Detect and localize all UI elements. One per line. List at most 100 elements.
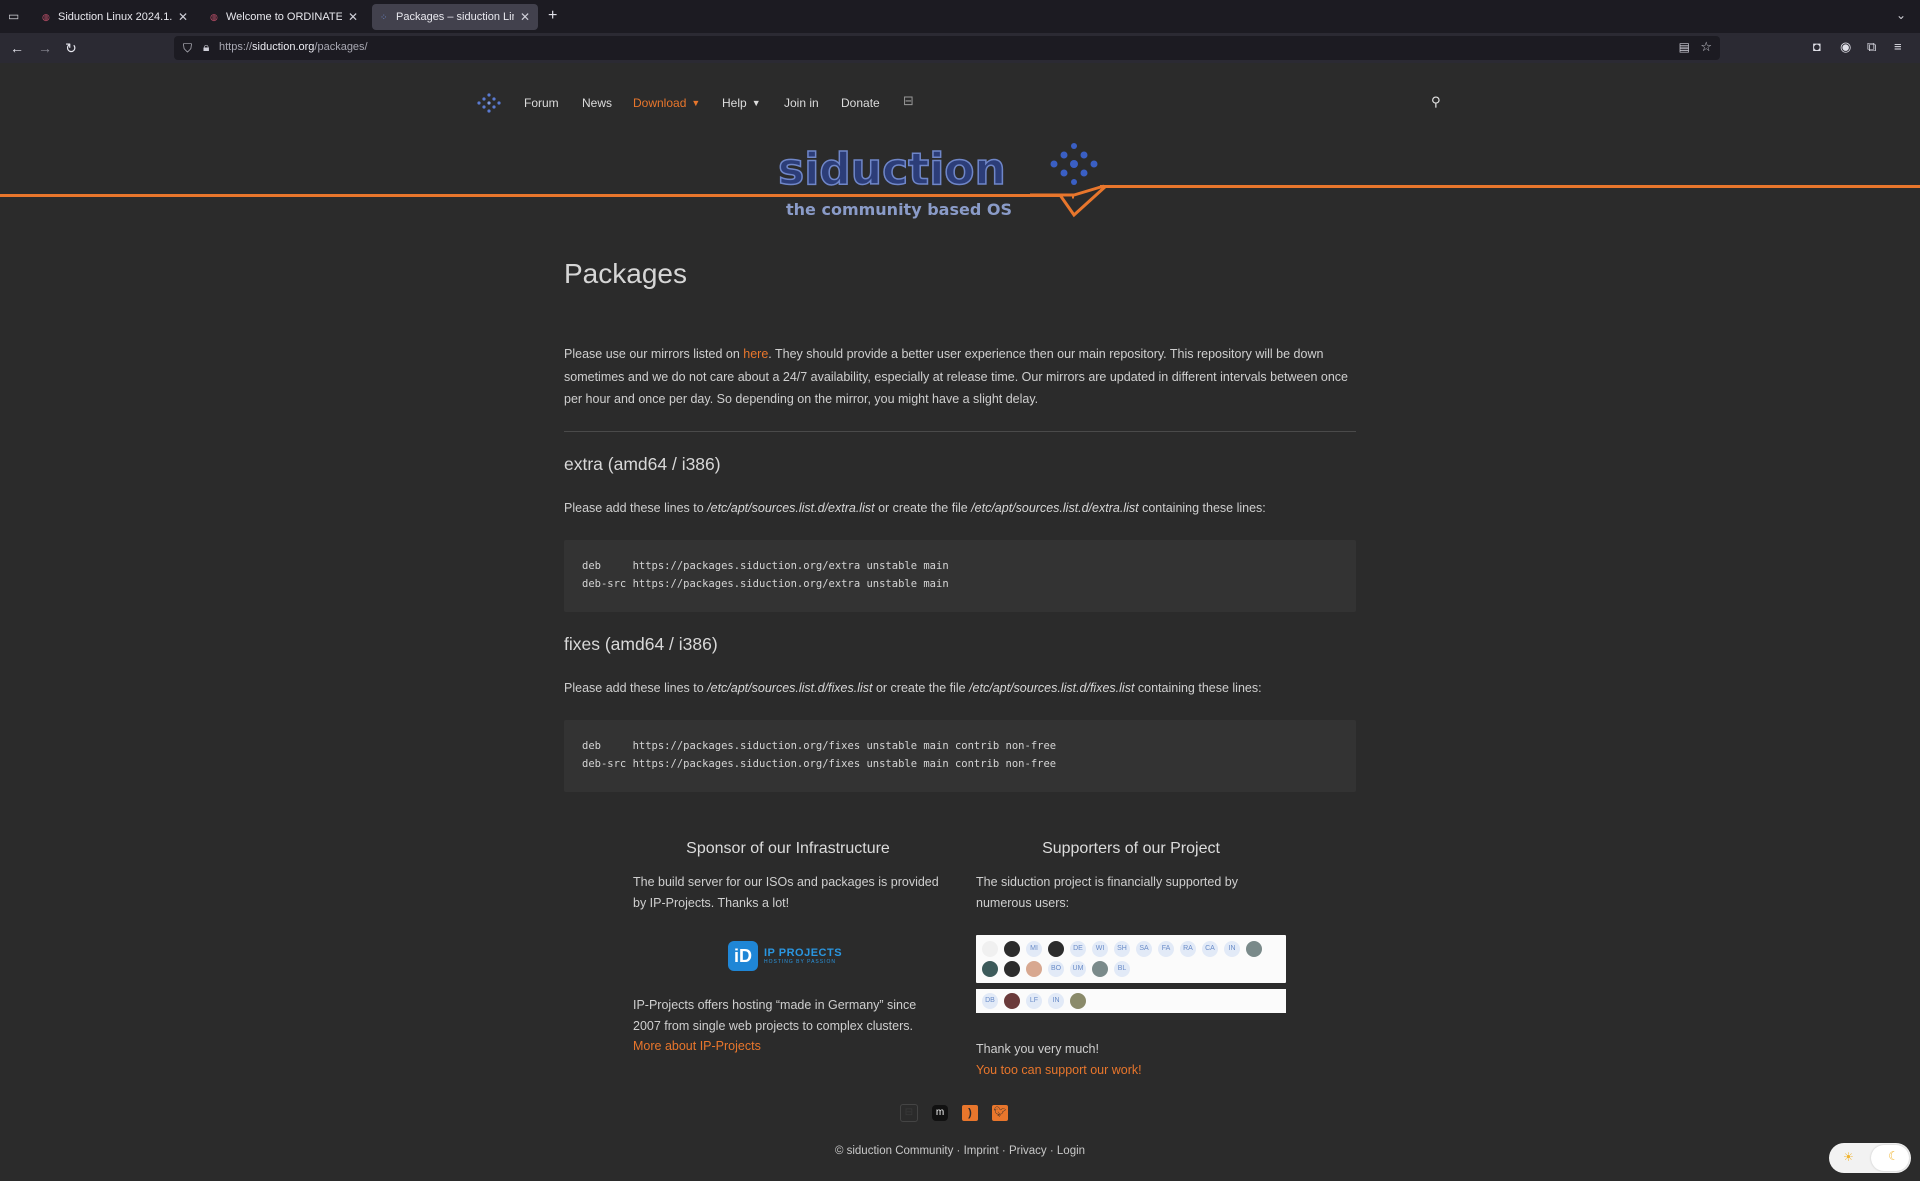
theme-toggle[interactable]: ☀ ☾ <box>1829 1143 1911 1173</box>
supporters-title: Supporters of our Project <box>1042 840 1220 857</box>
avatar[interactable]: FA <box>1158 941 1174 957</box>
reload-icon[interactable]: ↻ <box>62 39 80 57</box>
close-icon[interactable]: ✕ <box>178 10 188 24</box>
avatar[interactable] <box>1246 941 1262 957</box>
matrix-chat-icon[interactable]: ⊟ <box>903 93 914 109</box>
account-icon[interactable]: ◉ <box>1840 39 1851 55</box>
chevron-down-icon: ▼ <box>751 98 761 108</box>
avatar[interactable]: MI <box>1026 941 1042 957</box>
sponsor-text-2: IP-Projects offers hosting “made in Germ… <box>633 998 917 1053</box>
avatar[interactable]: IN <box>1048 993 1064 1009</box>
sun-icon: ☀ <box>1843 1150 1854 1164</box>
mirrors-link[interactable]: here <box>743 347 768 361</box>
avatar[interactable]: UM <box>1070 961 1086 977</box>
nav-help[interactable]: Help ▼ <box>722 96 761 110</box>
avatar[interactable] <box>1070 993 1086 1009</box>
new-tab-icon[interactable]: + <box>548 7 557 25</box>
reader-view-icon[interactable]: ▤ <box>1679 40 1690 54</box>
browser-tab-bar: ▭ ◍ Siduction Linux 2024.1.0 (S ✕ ◍ Welc… <box>0 0 1920 33</box>
nav-download[interactable]: Download ▼ <box>633 96 700 110</box>
site-banner[interactable]: siduction the community based OS <box>774 142 1104 222</box>
chevron-down-icon[interactable]: ⌄ <box>1896 8 1906 22</box>
address-bar[interactable]: ⛉ 🔒︎ https://siduction.org/packages/ ▤ ☆ <box>174 36 1720 60</box>
extensions-icon[interactable]: ⧉ <box>1867 39 1876 55</box>
footer-copyright: © siduction Community · Imprint · Privac… <box>834 1145 1086 1157</box>
avatar[interactable] <box>982 941 998 957</box>
page-title: Packages <box>564 258 687 289</box>
tab-title: Welcome to ORDINATECH! <box>226 11 342 23</box>
avatar[interactable] <box>1004 961 1020 977</box>
avatar[interactable] <box>1092 961 1108 977</box>
browser-nav-bar: ← → ↻ ⛉ 🔒︎ https://siduction.org/package… <box>0 33 1920 63</box>
privacy-link[interactable]: Privacy <box>1009 1145 1047 1157</box>
login-link[interactable]: Login <box>1057 1145 1085 1157</box>
nav-news[interactable]: News <box>582 96 612 110</box>
avatar[interactable]: DE <box>1070 941 1086 957</box>
sponsor-column: Sponsor of our Infrastructure The build … <box>633 840 943 1057</box>
section-title-fixes: fixes (amd64 / i386) <box>564 634 718 654</box>
tab-list-icon[interactable]: ▭ <box>8 9 22 23</box>
support-link[interactable]: You too can support our work! <box>976 1063 1142 1077</box>
chevron-down-icon: ▼ <box>691 98 701 108</box>
avatar[interactable] <box>1004 993 1020 1009</box>
twitter-icon[interactable]: 🐦︎ <box>992 1105 1008 1121</box>
matrix-chat-icon[interactable]: ⊟ <box>900 1104 918 1122</box>
avatar[interactable]: SA <box>1136 941 1152 957</box>
avatar[interactable]: LF <box>1026 993 1042 1009</box>
supporters-column: Supporters of our Project The siduction … <box>976 840 1286 1080</box>
bookmark-star-icon[interactable]: ☆ <box>1700 39 1712 55</box>
tab-favicon-icon: ⁘ <box>380 12 388 22</box>
close-icon[interactable]: ✕ <box>520 10 530 24</box>
section-text-fixes: Please add these lines to /etc/apt/sourc… <box>564 681 1262 695</box>
social-links: ⊟ m ) 🐦︎ <box>900 1104 1022 1122</box>
tab-favicon-icon: ◍ <box>210 12 218 22</box>
back-icon[interactable]: ← <box>8 39 26 57</box>
intro-paragraph: Please use our mirrors listed on here. T… <box>564 347 1348 406</box>
avatar[interactable]: SH <box>1114 941 1130 957</box>
search-icon[interactable]: ⚲ <box>1431 94 1441 110</box>
ip-projects-link[interactable]: More about IP-Projects <box>633 1039 761 1053</box>
sponsor-title: Sponsor of our Infrastructure <box>686 840 890 857</box>
nav-donate[interactable]: Donate <box>841 96 880 110</box>
browser-tab[interactable]: ◍ Welcome to ORDINATECH! ✕ <box>202 4 366 30</box>
siduction-logo: siduction the community based OS <box>777 143 1098 219</box>
pocket-icon[interactable]: ◘ <box>1813 39 1821 54</box>
site-logo-icon[interactable] <box>476 92 502 114</box>
sponsor-text: The build server for our ISOs and packag… <box>633 875 939 910</box>
avatar[interactable]: BL <box>1114 961 1130 977</box>
tab-favicon-icon: ◍ <box>42 12 50 22</box>
tab-title: Siduction Linux 2024.1.0 (S <box>58 11 172 23</box>
browser-tab[interactable]: ◍ Siduction Linux 2024.1.0 (S ✕ <box>34 4 196 30</box>
supporters-avatars-2: DB LF IN <box>976 989 1286 1013</box>
imprint-link[interactable]: Imprint <box>964 1145 999 1157</box>
avatar[interactable]: DB <box>982 993 998 1009</box>
lock-icon[interactable]: 🔒︎ <box>203 40 209 55</box>
tab-title: Packages – siduction Linux <box>396 11 514 23</box>
ip-projects-logo[interactable]: iD IP PROJECTS HOSTING BY PASSION <box>728 939 848 973</box>
code-block-fixes[interactable]: deb https://packages.siduction.org/fixes… <box>564 720 1356 792</box>
divider <box>564 431 1356 432</box>
nav-forum[interactable]: Forum <box>524 96 559 110</box>
supporters-thanks: Thank you very much! You too can support… <box>976 1042 1142 1077</box>
forward-icon[interactable]: → <box>36 39 54 57</box>
avatar[interactable] <box>1048 941 1064 957</box>
code-block-extra[interactable]: deb https://packages.siduction.org/extra… <box>564 540 1356 612</box>
close-icon[interactable]: ✕ <box>348 10 358 24</box>
menu-icon[interactable]: ≡ <box>1894 39 1902 54</box>
avatar[interactable] <box>982 961 998 977</box>
avatar[interactable]: IN <box>1224 941 1240 957</box>
avatar[interactable] <box>1004 941 1020 957</box>
avatar[interactable]: RA <box>1180 941 1196 957</box>
supporters-avatars: MI DE WI SH SA FA RA CA IN BO UM BL <box>976 935 1286 983</box>
nav-join-in[interactable]: Join in <box>784 96 819 110</box>
moon-icon: ☾ <box>1888 1149 1899 1163</box>
avatar[interactable] <box>1026 961 1042 977</box>
browser-tab-active[interactable]: ⁘ Packages – siduction Linux ✕ <box>372 4 538 30</box>
avatar[interactable]: WI <box>1092 941 1108 957</box>
avatar[interactable]: BO <box>1048 961 1064 977</box>
avatar[interactable]: CA <box>1202 941 1218 957</box>
rss-icon[interactable]: ) <box>962 1105 978 1121</box>
mastodon-icon[interactable]: m <box>932 1105 948 1121</box>
url-text[interactable]: https://siduction.org/packages/ <box>219 41 368 53</box>
shield-icon[interactable]: ⛉ <box>183 41 192 56</box>
